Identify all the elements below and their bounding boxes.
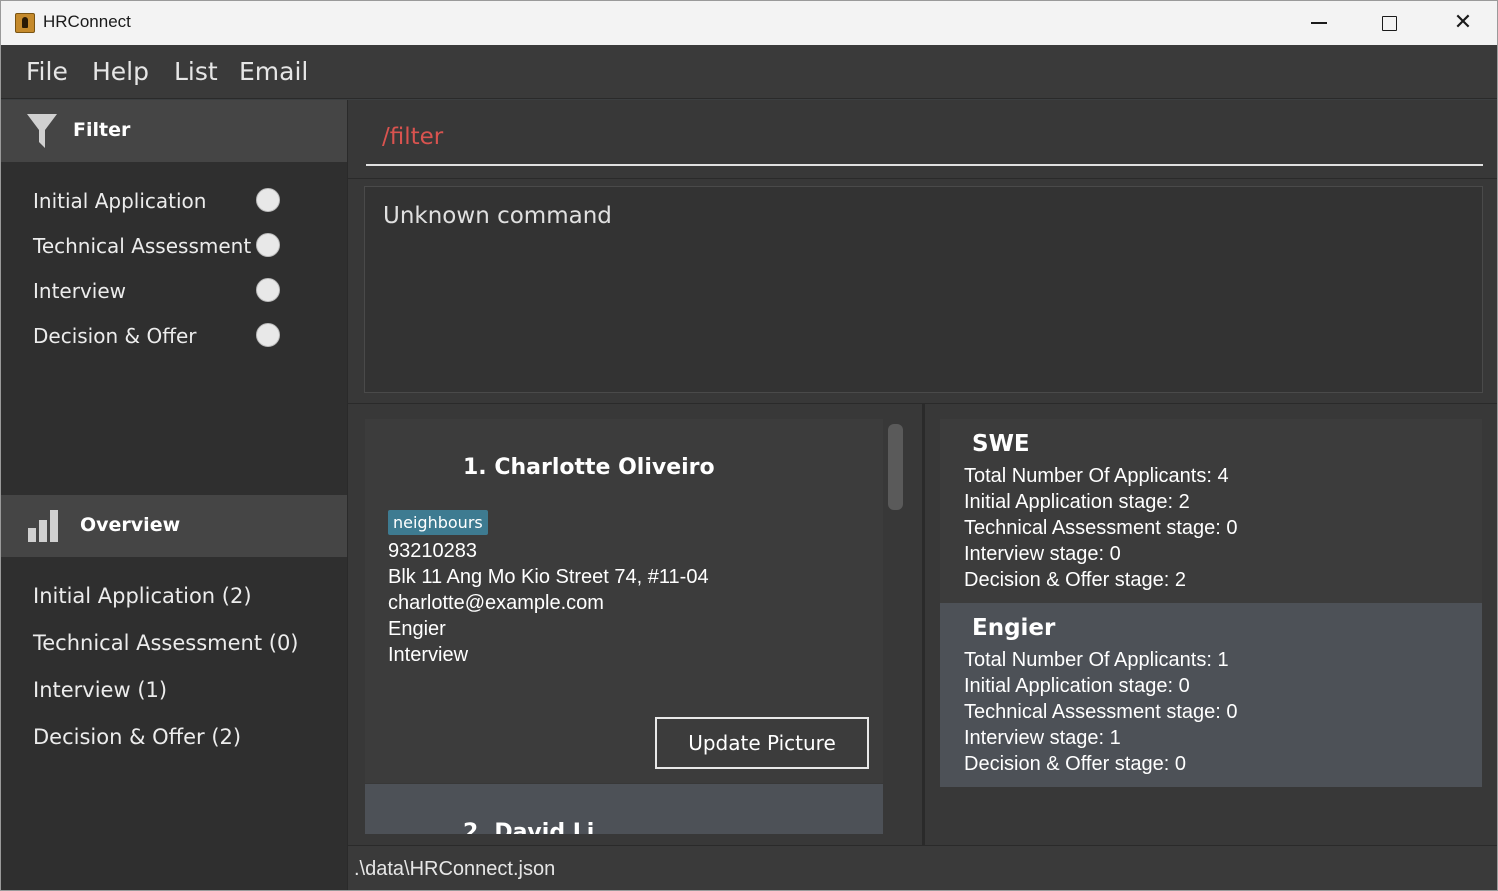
title-bar[interactable]: HRConnect ✕ [1,1,1497,45]
stat-technical-assessment: Technical Assessment stage: 0 [964,701,1238,723]
job-stats-card: SWE Total Number Of Applicants: 4 Initia… [940,419,1482,603]
stat-technical-assessment: Technical Assessment stage: 0 [964,517,1238,539]
overview-header: Overview [1,495,347,557]
person-address: Blk 11 Ang Mo Kio Street 74, #11-04 [388,566,709,588]
person-phone: 93210283 [388,540,477,562]
command-area: /filter [347,100,1497,178]
person-name: 1. Charlotte Oliveiro [463,455,715,480]
menu-help[interactable]: Help [92,57,149,86]
maximize-button[interactable] [1355,1,1423,45]
sidebar: Filter Initial Application Technical Ass… [1,100,347,890]
stat-decision-offer: Decision & Offer stage: 0 [964,753,1186,775]
job-title: Engier [972,615,1056,641]
filter-header-label: Filter [73,119,131,141]
filter-decision-offer-label: Decision & Offer [33,324,197,348]
result-display: Unknown command [364,186,1483,393]
app-icon [15,13,35,33]
stat-initial-application: Initial Application stage: 2 [964,491,1190,513]
close-icon: ✕ [1453,10,1473,35]
window-title: HRConnect [43,12,131,31]
stat-total: Total Number Of Applicants: 1 [964,649,1229,671]
list-scrollbar[interactable] [888,424,903,510]
app-window: HRConnect ✕ File Help List Email Filter … [0,0,1498,891]
menu-file[interactable]: File [26,57,68,86]
filter-header: Filter [1,100,347,162]
overview-technical-assessment: Technical Assessment (0) [33,631,299,655]
close-button[interactable]: ✕ [1429,1,1497,45]
overview-header-label: Overview [80,514,181,536]
filter-decision-offer-radio[interactable] [256,323,280,347]
update-picture-button[interactable]: Update Picture [655,717,869,769]
menu-list[interactable]: List [174,57,218,86]
person-job: Engier [388,618,446,640]
filter-initial-application-label: Initial Application [33,189,207,213]
filter-interview-label: Interview [33,279,126,303]
data-file-path: .\data\HRConnect.json [354,858,556,880]
stat-interview: Interview stage: 1 [964,727,1121,749]
filter-technical-assessment-label: Technical Assessment [33,234,252,258]
person-name: 2. David Li [463,820,595,834]
stat-decision-offer: Decision & Offer stage: 2 [964,569,1186,591]
person-tag: neighbours [388,510,488,535]
stat-total: Total Number Of Applicants: 4 [964,465,1229,487]
maximize-icon [1381,15,1397,31]
person-stage: Interview [388,644,469,666]
minimize-icon [1311,22,1327,24]
filter-technical-assessment-radio[interactable] [256,233,280,257]
filter-interview-radio[interactable] [256,278,280,302]
minimize-button[interactable] [1285,1,1353,45]
person-card[interactable]: 2. David Li [365,784,883,834]
filter-icon [27,114,57,148]
filter-initial-application-radio[interactable] [256,188,280,212]
overview-decision-offer: Decision & Offer (2) [33,725,242,749]
stat-interview: Interview stage: 0 [964,543,1121,565]
menu-email[interactable]: Email [239,57,308,86]
status-bar: .\data\HRConnect.json [347,845,1497,890]
command-input[interactable]: /filter [366,120,1483,166]
menu-bar: File Help List Email [1,45,1497,99]
job-title: SWE [972,431,1030,457]
bar-chart-icon [28,510,60,542]
result-area: Unknown command [347,178,1497,403]
stats-panel: SWE Total Number Of Applicants: 4 Initia… [922,403,1497,845]
job-stats-card: Engier Total Number Of Applicants: 1 Ini… [940,603,1482,787]
overview-initial-application: Initial Application (2) [33,584,252,608]
overview-interview: Interview (1) [33,678,168,702]
person-list[interactable]: 1. Charlotte Oliveiro neighbours 9321028… [347,403,922,845]
stat-initial-application: Initial Application stage: 0 [964,675,1190,697]
person-card[interactable]: 1. Charlotte Oliveiro neighbours 9321028… [365,419,883,783]
person-email: charlotte@example.com [388,592,604,614]
